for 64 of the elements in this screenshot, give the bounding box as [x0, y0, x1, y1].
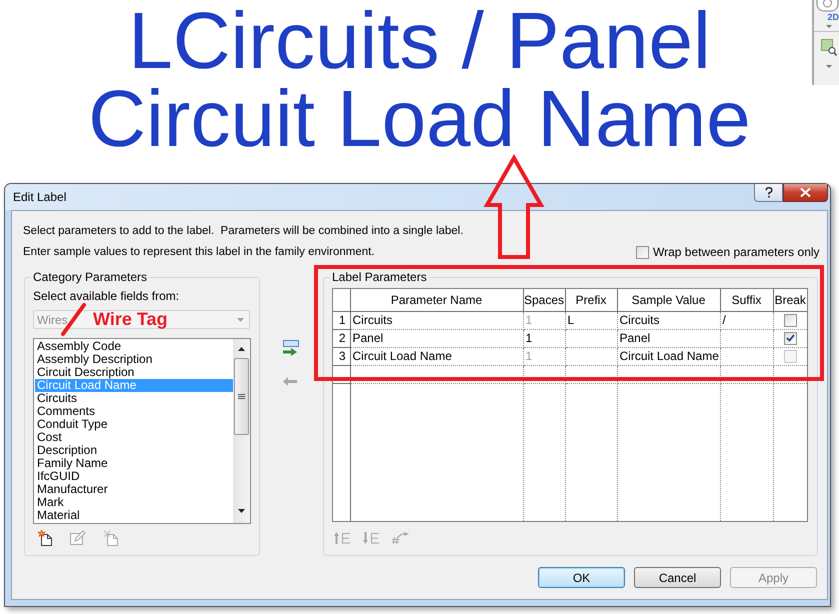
- scrollbar[interactable]: [233, 339, 250, 523]
- group-title: Label Parameters: [330, 270, 429, 284]
- wheel-icon[interactable]: [816, 0, 839, 12]
- dialog-button[interactable]: Cancel: [634, 567, 721, 588]
- close-button[interactable]: [783, 184, 828, 202]
- table-cell[interactable]: /: [720, 311, 773, 329]
- column-header[interactable]: Sample Value: [617, 289, 720, 311]
- instruction-text: Enter sample values to represent this label in the family environment.: [23, 245, 375, 259]
- list-item[interactable]: Mark: [35, 496, 233, 509]
- list-item[interactable]: Cost: [35, 431, 233, 444]
- caret-icon[interactable]: [826, 25, 832, 28]
- field-list[interactable]: Assembly Code Assembly Description Circuit Description Circuit Load Name Circuits Comments Conduit Type Cost Description Family Name IfcGUID Manufacturer Mark Material: [33, 338, 251, 524]
- break-checkbox[interactable]: [784, 314, 797, 326]
- list-item[interactable]: Description: [35, 444, 233, 457]
- instruction-text: Select parameters to add to the label. Parameters will be combined into a single label.: [23, 224, 464, 238]
- wrap-checkbox[interactable]: [636, 246, 649, 258]
- table-cell[interactable]: Panel: [350, 329, 523, 347]
- list-item[interactable]: Manufacturer: [35, 483, 233, 496]
- list-item[interactable]: Conduit Type: [35, 418, 233, 431]
- bar-right-arrow-icon[interactable]: [283, 340, 299, 356]
- column-header[interactable]: Suffix: [720, 289, 773, 311]
- field-prompt: Select available fields from:: [33, 289, 180, 303]
- row-number: 3: [333, 347, 350, 365]
- grip-icon: [238, 394, 245, 400]
- icon-caption: 2D: [827, 12, 839, 22]
- table-cell[interactable]: L: [565, 311, 617, 329]
- column-header[interactable]: Spaces: [523, 289, 565, 311]
- row-number: 1: [333, 311, 350, 329]
- list-item[interactable]: Assembly Description: [35, 353, 233, 366]
- column-header[interactable]: Prefix: [565, 289, 617, 311]
- preview-text-line: LCircuits / Panel: [128, 2, 711, 80]
- window-title: Edit Label: [13, 190, 66, 204]
- caret-icon[interactable]: [826, 65, 832, 68]
- new-document-icon[interactable]: [38, 530, 53, 546]
- scroll-down-icon[interactable]: [238, 509, 245, 513]
- group-title: Category Parameters: [31, 270, 150, 284]
- table-cell[interactable]: Circuits: [350, 311, 523, 329]
- dialog-button[interactable]: OK: [538, 567, 625, 588]
- table-cell[interactable]: Circuit Load Name: [350, 347, 523, 365]
- checkmark-icon: [786, 334, 795, 342]
- table-cell[interactable]: Circuits: [617, 311, 720, 329]
- scrollbar-thumb[interactable]: [234, 358, 249, 435]
- column-header[interactable]: Parameter Name: [350, 289, 523, 311]
- help-button[interactable]: [754, 184, 783, 202]
- table-cell[interactable]: Panel: [617, 329, 720, 347]
- list-item[interactable]: Circuits: [35, 392, 233, 405]
- help-icon: [764, 187, 772, 198]
- checkbox-label: Wrap between parameters only: [653, 245, 820, 259]
- list-item[interactable]: Family Name: [35, 457, 233, 470]
- list-item[interactable]: Comments: [35, 405, 233, 418]
- caret-icon: [237, 318, 244, 322]
- list-item[interactable]: Material: [35, 509, 233, 522]
- list-item[interactable]: Circuit Description: [35, 366, 233, 379]
- list-item[interactable]: Assembly Code: [35, 340, 233, 353]
- annotation-label: Wire Tag: [93, 309, 168, 329]
- preview-text-line: Circuit Load Name: [88, 80, 751, 158]
- table-cell[interactable]: 1: [523, 329, 565, 347]
- magnifier-square-icon[interactable]: [821, 39, 837, 56]
- row-number: 2: [333, 329, 350, 347]
- scroll-up-icon[interactable]: [238, 347, 245, 351]
- table-cell[interactable]: Circuit Load Name: [617, 347, 720, 365]
- list-item[interactable]: IfcGUID: [35, 470, 233, 483]
- break-checkbox[interactable]: [784, 332, 797, 344]
- close-icon: [800, 188, 811, 197]
